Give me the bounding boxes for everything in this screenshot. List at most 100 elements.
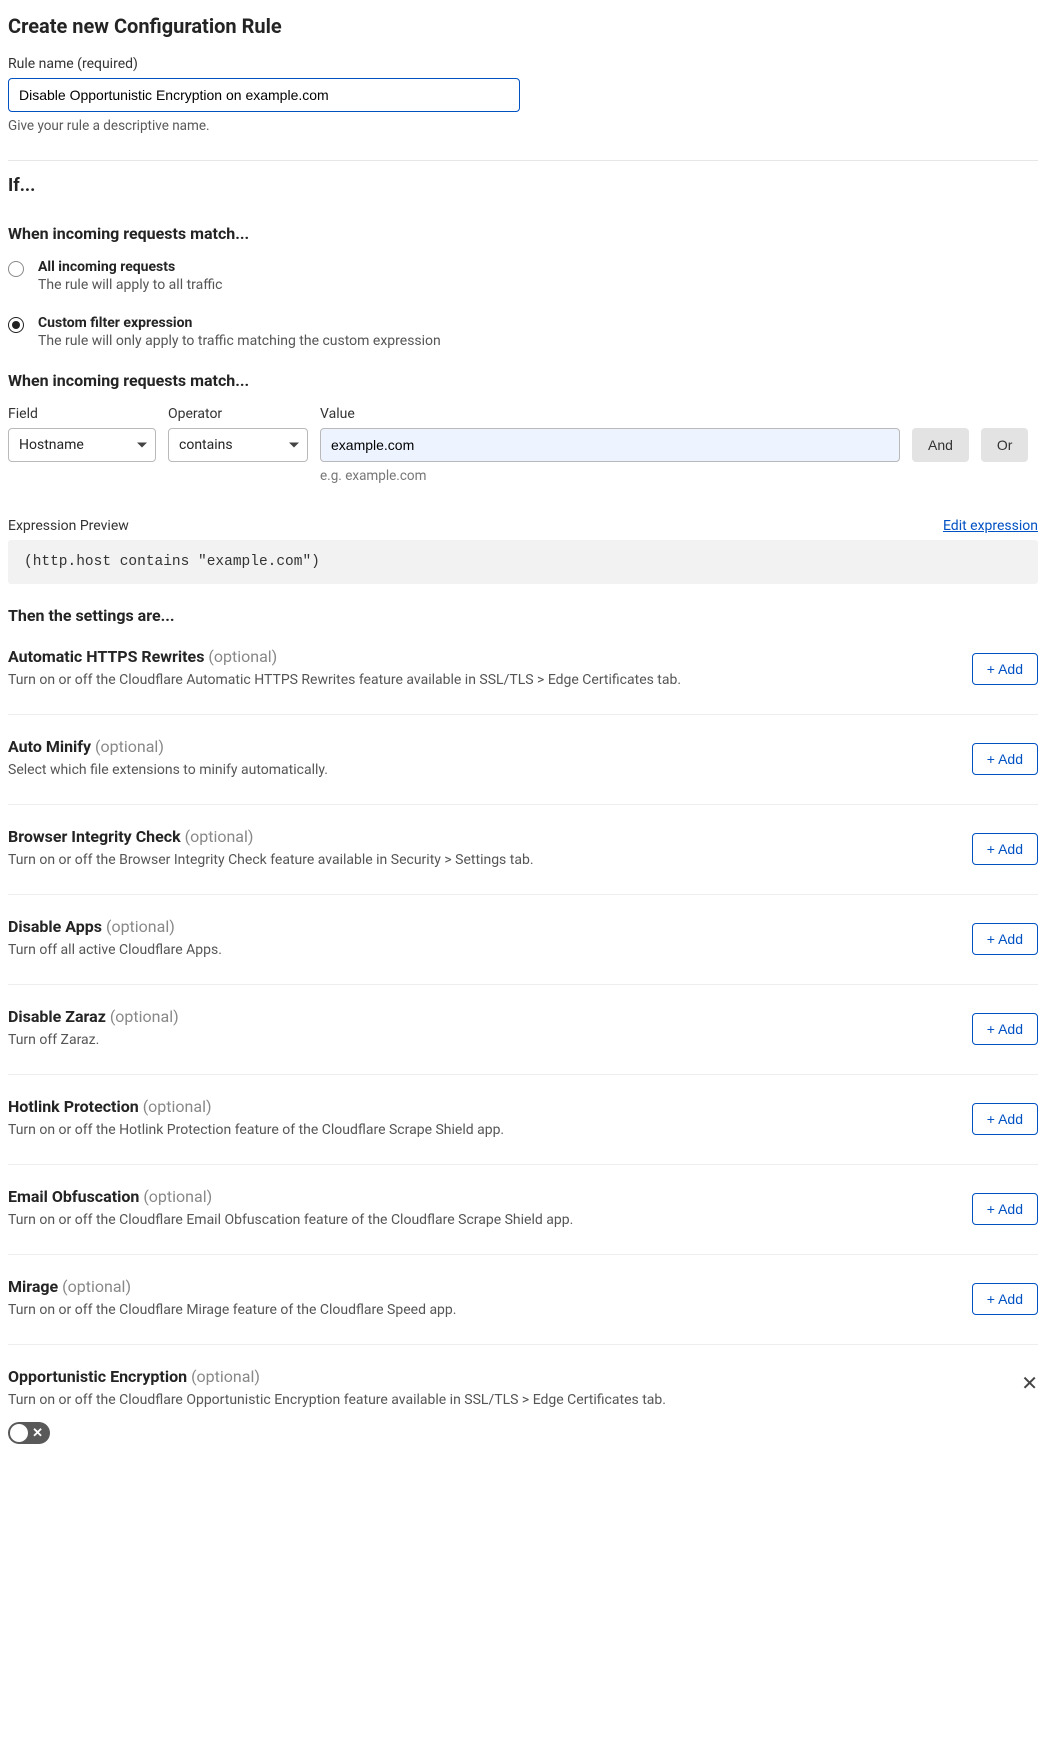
setting-title: Hotlink Protection (optional)	[8, 1097, 504, 1116]
toggle-off-icon: ✕	[32, 1425, 43, 1442]
setting-title-text: Browser Integrity Check	[8, 827, 185, 846]
or-button[interactable]: Or	[981, 428, 1029, 462]
setting-row: Disable Apps (optional) Turn off all acti…	[8, 917, 1038, 958]
rule-name-label: Rule name (required)	[8, 56, 1038, 72]
setting-row: Disable Zaraz (optional) Turn off Zaraz. +…	[8, 1007, 1038, 1048]
if-heading: If...	[8, 175, 1038, 196]
setting-desc: Turn on or off the Hotlink Protection fe…	[8, 1122, 504, 1138]
setting-row: Mirage (optional) Turn on or off the Clou…	[8, 1277, 1038, 1318]
setting-title: Opportunistic Encryption (optional)	[8, 1367, 666, 1386]
setting-block: Disable Zaraz (optional) Turn off Zaraz. +…	[8, 1007, 1038, 1075]
operator-label: Operator	[168, 406, 308, 422]
edit-expression-link[interactable]: Edit expression	[943, 518, 1038, 534]
add-button[interactable]: + Add	[972, 1193, 1038, 1225]
match-heading: When incoming requests match...	[8, 224, 1038, 243]
setting-title-text: Email Obfuscation	[8, 1187, 143, 1206]
match-radio-group: All incoming requests The rule will appl…	[8, 259, 1038, 349]
value-label: Value	[320, 406, 900, 422]
radio-custom-filter[interactable]: Custom filter expression The rule will o…	[8, 315, 1038, 349]
expression-preview-code: (http.host contains "example.com")	[8, 540, 1038, 584]
setting-block: Mirage (optional) Turn on or off the Clou…	[8, 1277, 1038, 1345]
radio-desc: The rule will only apply to traffic matc…	[38, 333, 441, 349]
optional-label: (optional)	[208, 647, 277, 666]
add-button[interactable]: + Add	[972, 1103, 1038, 1135]
setting-title-text: Disable Apps	[8, 917, 106, 936]
radio-title: Custom filter expression	[38, 315, 441, 331]
setting-desc: Turn off all active Cloudflare Apps.	[8, 942, 222, 958]
setting-title: Disable Zaraz (optional)	[8, 1007, 179, 1026]
add-button[interactable]: + Add	[972, 1283, 1038, 1315]
expression-preview-header: Expression Preview Edit expression	[8, 518, 1038, 534]
radio-icon	[8, 317, 24, 333]
then-heading: Then the settings are...	[8, 606, 1038, 625]
setting-title: Disable Apps (optional)	[8, 917, 222, 936]
setting-desc: Turn on or off the Browser Integrity Che…	[8, 852, 534, 868]
field-label: Field	[8, 406, 156, 422]
setting-block: Hotlink Protection (optional) Turn on or …	[8, 1097, 1038, 1165]
rule-name-input[interactable]	[8, 78, 520, 112]
optional-label: (optional)	[106, 917, 175, 936]
rule-name-hint: Give your rule a descriptive name.	[8, 118, 1038, 134]
setting-desc: Turn on or off the Cloudflare Automatic …	[8, 672, 681, 688]
setting-title: Mirage (optional)	[8, 1277, 456, 1296]
setting-title: Email Obfuscation (optional)	[8, 1187, 573, 1206]
value-hint: e.g. example.com	[320, 468, 900, 484]
optional-label: (optional)	[143, 1097, 212, 1116]
optional-label: (optional)	[95, 737, 164, 756]
setting-title-text: Hotlink Protection	[8, 1097, 143, 1116]
setting-title: Automatic HTTPS Rewrites (optional)	[8, 647, 681, 666]
add-button[interactable]: + Add	[972, 923, 1038, 955]
optional-label: (optional)	[143, 1187, 212, 1206]
setting-title: Auto Minify (optional)	[8, 737, 328, 756]
chevron-down-icon	[289, 443, 299, 448]
setting-desc: Select which file extensions to minify a…	[8, 762, 328, 778]
setting-title-text: Automatic HTTPS Rewrites	[8, 647, 208, 666]
radio-icon	[8, 261, 24, 277]
radio-all-requests[interactable]: All incoming requests The rule will appl…	[8, 259, 1038, 293]
optional-label: (optional)	[185, 827, 254, 846]
chevron-down-icon	[137, 443, 147, 448]
add-button[interactable]: + Add	[972, 743, 1038, 775]
setting-row: Hotlink Protection (optional) Turn on or …	[8, 1097, 1038, 1138]
radio-checked-icon	[12, 321, 20, 329]
optional-label: (optional)	[191, 1367, 260, 1386]
builder-heading: When incoming requests match...	[8, 371, 1038, 390]
expression-preview-label: Expression Preview	[8, 518, 129, 534]
setting-row: Opportunistic Encryption (optional) Turn …	[8, 1367, 1038, 1408]
page-title: Create new Configuration Rule	[8, 14, 1038, 38]
setting-row: Automatic HTTPS Rewrites (optional) Turn …	[8, 647, 1038, 688]
add-button[interactable]: + Add	[972, 1013, 1038, 1045]
setting-row: Browser Integrity Check (optional) Turn o…	[8, 827, 1038, 868]
setting-block: Auto Minify (optional) Select which file …	[8, 737, 1038, 805]
setting-desc: Turn on or off the Cloudflare Opportunis…	[8, 1392, 666, 1408]
setting-block: Email Obfuscation (optional) Turn on or o…	[8, 1187, 1038, 1255]
divider	[8, 160, 1038, 161]
setting-title-text: Disable Zaraz	[8, 1007, 110, 1026]
toggle-knob	[10, 1424, 28, 1442]
setting-title-text: Auto Minify	[8, 737, 95, 756]
filter-builder-row: Field Hostname Operator contains Value e…	[8, 406, 1038, 484]
setting-title-text: Opportunistic Encryption	[8, 1367, 191, 1386]
setting-block: Opportunistic Encryption (optional) Turn …	[8, 1367, 1038, 1470]
setting-block: Browser Integrity Check (optional) Turn o…	[8, 827, 1038, 895]
add-button[interactable]: + Add	[972, 833, 1038, 865]
operator-select-value: contains	[179, 437, 233, 453]
setting-desc: Turn off Zaraz.	[8, 1032, 179, 1048]
setting-block: Disable Apps (optional) Turn off all acti…	[8, 917, 1038, 985]
add-button[interactable]: + Add	[972, 653, 1038, 685]
setting-row: Email Obfuscation (optional) Turn on or o…	[8, 1187, 1038, 1228]
and-button[interactable]: And	[912, 428, 969, 462]
setting-desc: Turn on or off the Cloudflare Mirage fea…	[8, 1302, 456, 1318]
operator-select[interactable]: contains	[168, 428, 308, 462]
setting-desc: Turn on or off the Cloudflare Email Obfu…	[8, 1212, 573, 1228]
field-select-value: Hostname	[19, 437, 84, 453]
close-icon[interactable]: ✕	[1021, 1373, 1038, 1393]
setting-block: Automatic HTTPS Rewrites (optional) Turn …	[8, 647, 1038, 715]
field-select[interactable]: Hostname	[8, 428, 156, 462]
setting-title: Browser Integrity Check (optional)	[8, 827, 534, 846]
setting-row: Auto Minify (optional) Select which file …	[8, 737, 1038, 778]
value-input[interactable]	[320, 428, 900, 462]
toggle-switch[interactable]: ✕	[8, 1422, 50, 1444]
radio-desc: The rule will apply to all traffic	[38, 277, 223, 293]
radio-title: All incoming requests	[38, 259, 223, 275]
